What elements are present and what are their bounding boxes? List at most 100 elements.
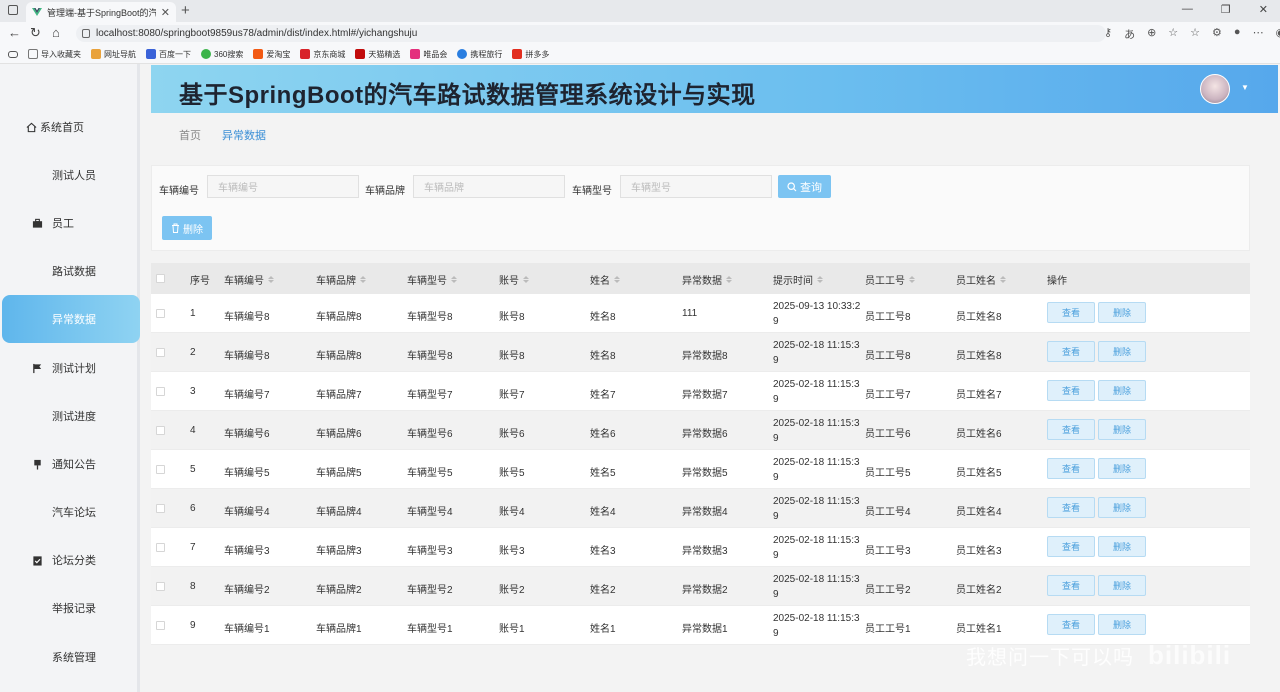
sort-icon[interactable] bbox=[817, 276, 823, 283]
view-button[interactable]: 查看 bbox=[1047, 536, 1095, 557]
col-header-emp-no[interactable]: 员工工号 bbox=[865, 272, 915, 287]
delete-button[interactable]: 删除 bbox=[1098, 614, 1146, 635]
close-window-icon[interactable]: ✕ bbox=[1259, 3, 1268, 16]
row-checkbox[interactable] bbox=[156, 426, 165, 435]
view-button[interactable]: 查看 bbox=[1047, 341, 1095, 362]
col-header-name[interactable]: 姓名 bbox=[590, 272, 620, 287]
row-checkbox[interactable] bbox=[156, 465, 165, 474]
translate-icon[interactable]: あ bbox=[1124, 26, 1135, 42]
sidebar-item-test-progress[interactable]: 测试进度 bbox=[2, 392, 140, 440]
delete-button[interactable]: 删除 bbox=[1098, 575, 1146, 596]
cell-account: 账号5 bbox=[499, 468, 525, 479]
view-button[interactable]: 查看 bbox=[1047, 614, 1095, 635]
bookmark-vip[interactable]: 唯品会 bbox=[410, 49, 447, 60]
bookmark-360[interactable]: 360搜索 bbox=[201, 49, 243, 60]
row-checkbox[interactable] bbox=[156, 504, 165, 513]
row-checkbox[interactable] bbox=[156, 387, 165, 396]
sort-icon[interactable] bbox=[1000, 276, 1006, 283]
col-header-time[interactable]: 提示时间 bbox=[773, 272, 823, 287]
view-button[interactable]: 查看 bbox=[1047, 302, 1095, 323]
delete-button[interactable]: 删除 bbox=[1098, 341, 1146, 362]
batch-delete-button[interactable]: 删除 bbox=[162, 216, 212, 240]
row-checkbox[interactable] bbox=[156, 348, 165, 357]
delete-button[interactable]: 删除 bbox=[1098, 458, 1146, 479]
key-icon[interactable]: ⚷ bbox=[1104, 26, 1112, 42]
sidebar-toggle-icon[interactable] bbox=[8, 50, 18, 58]
sort-icon[interactable] bbox=[726, 276, 732, 283]
row-checkbox[interactable] bbox=[156, 582, 165, 591]
row-checkbox[interactable] bbox=[156, 309, 165, 318]
collections-icon[interactable]: ☆ bbox=[1190, 26, 1200, 42]
sort-icon[interactable] bbox=[909, 276, 915, 283]
sidebar-item-road-test-data[interactable]: 路试数据 bbox=[2, 247, 140, 295]
col-header-emp-name[interactable]: 员工姓名 bbox=[956, 272, 1006, 287]
view-button[interactable]: 查看 bbox=[1047, 380, 1095, 401]
close-tab-icon[interactable]: ✕ bbox=[161, 6, 170, 19]
minimize-icon[interactable]: — bbox=[1182, 3, 1193, 16]
search-button[interactable]: 查询 bbox=[778, 175, 831, 198]
model-input[interactable]: 车辆型号 bbox=[620, 175, 772, 198]
sort-icon[interactable] bbox=[523, 276, 529, 283]
sort-icon[interactable] bbox=[268, 276, 274, 283]
select-all-checkbox[interactable] bbox=[156, 274, 165, 283]
maximize-icon[interactable]: ❐ bbox=[1221, 3, 1231, 16]
delete-button[interactable]: 删除 bbox=[1098, 380, 1146, 401]
sidebar-item-notices[interactable]: 通知公告 bbox=[2, 440, 140, 488]
sidebar-item-system[interactable]: 系统管理 bbox=[2, 633, 140, 681]
car-no-input[interactable]: 车辆编号 bbox=[207, 175, 359, 198]
caret-down-icon[interactable]: ▼ bbox=[1241, 83, 1249, 92]
home-icon[interactable]: ⌂ bbox=[52, 25, 60, 40]
view-button[interactable]: 查看 bbox=[1047, 575, 1095, 596]
col-header-car-no[interactable]: 车辆编号 bbox=[224, 272, 274, 287]
col-header-account[interactable]: 账号 bbox=[499, 272, 529, 287]
bookmark-pdd[interactable]: 拼多多 bbox=[512, 49, 549, 60]
site-info-icon[interactable] bbox=[82, 29, 90, 38]
bookmark-jd[interactable]: 京东商城 bbox=[300, 49, 345, 60]
bookmark-nav[interactable]: 网址导航 bbox=[91, 49, 136, 60]
extensions-icon[interactable]: ⚙ bbox=[1212, 26, 1222, 42]
breadcrumb-home[interactable]: 首页 bbox=[179, 127, 201, 143]
col-header-model[interactable]: 车辆型号 bbox=[407, 272, 457, 287]
view-button[interactable]: 查看 bbox=[1047, 458, 1095, 479]
view-button[interactable]: 查看 bbox=[1047, 497, 1095, 518]
browser-tab[interactable]: 管理端-基于SpringBoot的汽车路试 ✕ bbox=[26, 2, 176, 22]
sidebar-item-forum[interactable]: 汽车论坛 bbox=[2, 488, 140, 536]
sidebar-item-abnormal-data[interactable]: 异常数据 bbox=[2, 295, 140, 343]
new-tab-icon[interactable]: + bbox=[181, 2, 190, 20]
row-checkbox[interactable] bbox=[156, 621, 165, 630]
row-checkbox[interactable] bbox=[156, 543, 165, 552]
sidebar-item-testers[interactable]: 测试人员 bbox=[2, 151, 140, 199]
bookmark-import[interactable]: 导入收藏夹 bbox=[28, 49, 81, 60]
sidebar-item-reports[interactable]: 举报记录 bbox=[2, 584, 140, 632]
zoom-icon[interactable]: ⊕ bbox=[1147, 26, 1156, 42]
bookmark-taobao[interactable]: 爱淘宝 bbox=[253, 49, 290, 60]
sidebar-item-home[interactable]: 系统首页 bbox=[2, 103, 140, 151]
url-input[interactable]: localhost:8080/springboot9859us78/admin/… bbox=[76, 25, 1106, 42]
more-options-icon[interactable]: ⋯ bbox=[1253, 26, 1264, 42]
copilot-icon[interactable]: ◉ bbox=[1276, 26, 1280, 42]
delete-button[interactable]: 删除 bbox=[1098, 536, 1146, 557]
sidebar-item-employees[interactable]: 员工 bbox=[2, 199, 140, 247]
reload-icon[interactable]: ↻ bbox=[30, 25, 41, 41]
bookmark-baidu[interactable]: 百度一下 bbox=[146, 49, 191, 60]
delete-button[interactable]: 删除 bbox=[1098, 497, 1146, 518]
bookmark-tmall[interactable]: 天猫精选 bbox=[355, 49, 400, 60]
bookmark-ctrip[interactable]: 携程旅行 bbox=[457, 49, 502, 60]
grid-icon bbox=[32, 170, 43, 181]
delete-button[interactable]: 删除 bbox=[1098, 302, 1146, 323]
sort-icon[interactable] bbox=[451, 276, 457, 283]
sort-icon[interactable] bbox=[360, 276, 366, 283]
favorite-star-icon[interactable]: ☆ bbox=[1168, 26, 1178, 42]
sidebar-item-forum-category[interactable]: 论坛分类 bbox=[2, 536, 140, 584]
back-icon[interactable]: ← bbox=[8, 25, 21, 40]
profile-icon[interactable]: ● bbox=[1234, 26, 1241, 42]
col-header-abnormal[interactable]: 异常数据 bbox=[682, 272, 732, 287]
sidebar-item-test-plan[interactable]: 测试计划 bbox=[2, 344, 140, 392]
col-header-brand[interactable]: 车辆品牌 bbox=[316, 272, 366, 287]
sort-icon[interactable] bbox=[614, 276, 620, 283]
delete-button[interactable]: 删除 bbox=[1098, 419, 1146, 440]
view-button[interactable]: 查看 bbox=[1047, 419, 1095, 440]
window-menu-icon[interactable] bbox=[8, 5, 18, 15]
avatar[interactable] bbox=[1200, 74, 1230, 104]
brand-input[interactable]: 车辆品牌 bbox=[413, 175, 565, 198]
